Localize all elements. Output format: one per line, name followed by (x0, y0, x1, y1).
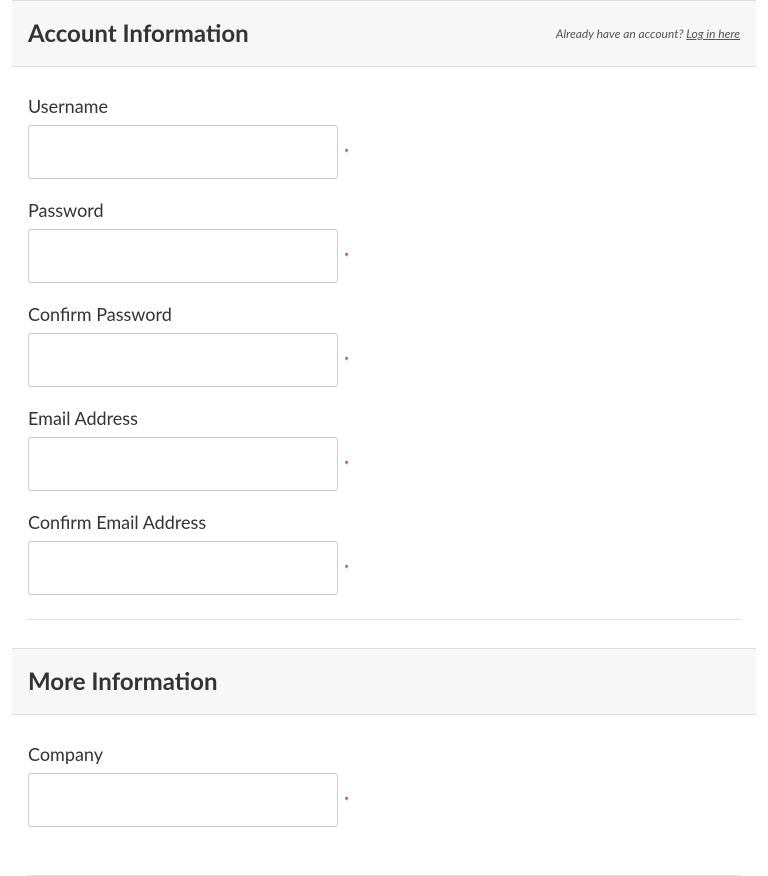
email-input[interactable] (28, 437, 338, 491)
login-link[interactable]: Log in here (686, 26, 740, 41)
more-info-header: More Information (12, 648, 756, 715)
username-input[interactable] (28, 125, 338, 179)
username-field-group: Username * (28, 95, 740, 179)
required-mark: * (344, 249, 349, 264)
required-mark: * (344, 561, 349, 576)
email-field-group: Email Address * (28, 407, 740, 491)
password-input[interactable] (28, 229, 338, 283)
company-label: Company (28, 743, 740, 765)
username-label: Username (28, 95, 740, 117)
required-mark: * (344, 353, 349, 368)
required-mark: * (344, 145, 349, 160)
account-info-header: Account Information Already have an acco… (12, 0, 756, 67)
confirm-password-input[interactable] (28, 333, 338, 387)
more-info-title: More Information (28, 667, 218, 696)
confirm-email-field-group: Confirm Email Address * (28, 511, 740, 595)
password-label: Password (28, 199, 740, 221)
required-mark: * (344, 457, 349, 472)
required-mark: * (344, 793, 349, 808)
more-info-form: Company * (12, 715, 756, 851)
already-have-account: Already have an account? Log in here (556, 26, 740, 41)
confirm-email-label: Confirm Email Address (28, 511, 740, 533)
account-info-form: Username * Password * Confirm Password *… (12, 67, 756, 619)
confirm-password-field-group: Confirm Password * (28, 303, 740, 387)
company-field-group: Company * (28, 743, 740, 827)
password-field-group: Password * (28, 199, 740, 283)
account-info-title: Account Information (28, 19, 249, 48)
already-text: Already have an account? (556, 26, 686, 41)
confirm-password-label: Confirm Password (28, 303, 740, 325)
company-input[interactable] (28, 773, 338, 827)
confirm-email-input[interactable] (28, 541, 338, 595)
email-label: Email Address (28, 407, 740, 429)
